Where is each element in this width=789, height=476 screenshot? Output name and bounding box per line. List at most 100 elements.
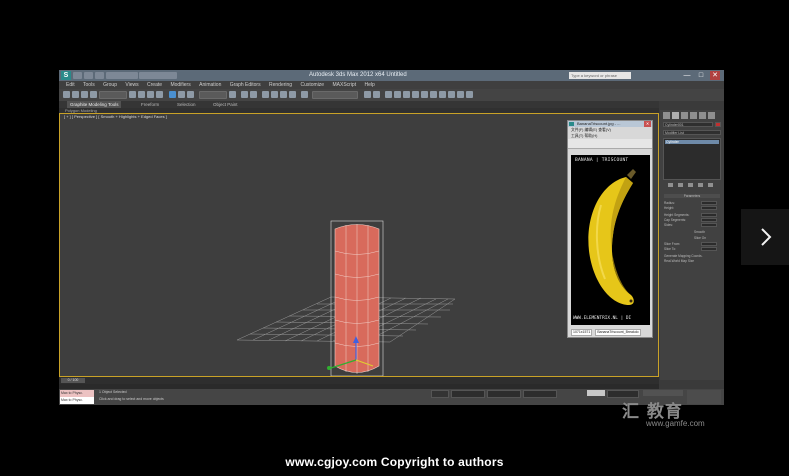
menu-graph-editors[interactable]: Graph Editors [230, 81, 261, 89]
show-end-result-icon[interactable] [678, 183, 683, 187]
modifier-list-dropdown[interactable]: Modifier List [663, 130, 721, 135]
undo-icon[interactable] [63, 91, 70, 98]
configure-sets-icon[interactable] [708, 183, 713, 187]
x-coordinate-field[interactable] [451, 390, 485, 398]
cap-segments-spinner[interactable] [701, 218, 717, 222]
parameters-rollout[interactable]: Parameters [664, 194, 720, 198]
window-crossing-icon[interactable] [156, 91, 163, 98]
auto-key-button[interactable] [587, 390, 605, 396]
slice-to-spinner[interactable] [701, 247, 717, 251]
unlink-icon[interactable] [90, 91, 97, 98]
time-slider-thumb[interactable]: 0 / 100 [61, 378, 85, 383]
menu-animation[interactable]: Animation [199, 81, 221, 89]
reference-coordinate-dropdown[interactable] [199, 91, 227, 99]
modify-tab-icon[interactable] [672, 112, 679, 119]
playback-controls[interactable] [643, 390, 683, 396]
pivot-center-icon[interactable] [229, 91, 236, 98]
maxscript-listener[interactable]: Max to Physc. Max to Physc. [60, 390, 94, 404]
spinner-snap-icon[interactable] [289, 91, 296, 98]
activeshade-icon[interactable] [466, 91, 473, 98]
param-slice-from[interactable]: Slice From: [664, 242, 720, 246]
menu-views[interactable]: Views [125, 81, 138, 89]
utilities-tab-icon[interactable] [708, 112, 715, 119]
lock-selection-icon[interactable] [431, 390, 449, 398]
tab-freeform[interactable]: Freeform [141, 101, 159, 108]
time-slider[interactable]: 0 / 100 [59, 377, 659, 384]
link-icon[interactable] [81, 91, 88, 98]
snap-toggle-icon[interactable] [262, 91, 269, 98]
menu-rendering[interactable]: Rendering [269, 81, 292, 89]
radius-spinner[interactable] [701, 201, 717, 205]
remove-modifier-icon[interactable] [698, 183, 703, 187]
render-setup-icon[interactable] [430, 91, 437, 98]
schematic-view-icon[interactable] [412, 91, 419, 98]
param-height-segments[interactable]: Height Segments: [664, 213, 720, 217]
keyboard-shortcut-icon[interactable] [250, 91, 257, 98]
render-production-icon[interactable] [448, 91, 455, 98]
menu-maxscript[interactable]: MAXScript [332, 81, 356, 89]
param-radius[interactable]: Radius: [664, 201, 720, 205]
menu-edit[interactable]: Edit [66, 81, 75, 89]
object-name-field[interactable]: Cylinder001 [663, 122, 713, 127]
named-selection-dropdown[interactable] [312, 91, 358, 99]
menu-help[interactable]: Help [365, 81, 375, 89]
curve-editor-icon[interactable] [403, 91, 410, 98]
height-spinner[interactable] [701, 206, 717, 210]
display-tab-icon[interactable] [699, 112, 706, 119]
param-cap-segments[interactable]: Cap Segments: [664, 218, 720, 222]
maximize-button[interactable]: □ [696, 71, 706, 80]
quick-access-toolbar[interactable] [106, 72, 138, 79]
stack-item-cylinder[interactable]: Cylinder [665, 140, 719, 144]
redo-icon[interactable] [72, 91, 79, 98]
app-logo-icon[interactable]: S [61, 71, 71, 80]
selection-filter-dropdown[interactable] [99, 91, 127, 99]
select-object-icon[interactable] [129, 91, 136, 98]
select-and-move-icon[interactable] [169, 91, 176, 98]
image-viewer-close-icon[interactable]: ✕ [644, 121, 651, 127]
select-manipulate-icon[interactable] [241, 91, 248, 98]
menu-modifiers[interactable]: Modifiers [170, 81, 190, 89]
quick-access-open-icon[interactable] [84, 72, 93, 79]
param-height[interactable]: Height: [664, 206, 720, 210]
maxscript-output[interactable]: Max to Physc. [60, 390, 94, 397]
pin-stack-icon[interactable] [668, 183, 673, 187]
tab-graphite-modeling-tools[interactable]: Graphite Modeling Tools [67, 101, 122, 108]
param-sides[interactable]: Sides: [664, 223, 720, 227]
workspace-dropdown[interactable] [139, 72, 177, 79]
make-unique-icon[interactable] [688, 183, 693, 187]
close-button[interactable]: ✕ [710, 71, 720, 80]
material-editor-icon[interactable] [421, 91, 428, 98]
menu-create[interactable]: Create [147, 81, 162, 89]
y-coordinate-field[interactable] [487, 390, 521, 398]
rectangular-selection-icon[interactable] [147, 91, 154, 98]
real-world-map-size-checkbox[interactable]: Real-World Map Size [664, 259, 720, 263]
align-icon[interactable] [373, 91, 380, 98]
percent-snap-icon[interactable] [280, 91, 287, 98]
angle-snap-icon[interactable] [271, 91, 278, 98]
image-viewer-toolbar[interactable] [568, 139, 652, 149]
motion-tab-icon[interactable] [690, 112, 697, 119]
quick-access-new-icon[interactable] [73, 72, 82, 79]
layer-manager-icon[interactable] [385, 91, 392, 98]
next-slide-button[interactable] [741, 209, 789, 265]
search-input[interactable]: Type a keyword or phrase [569, 72, 631, 79]
param-slice-to[interactable]: Slice To: [664, 247, 720, 251]
select-and-scale-icon[interactable] [187, 91, 194, 98]
quick-access-save-icon[interactable] [95, 72, 104, 79]
z-coordinate-field[interactable] [523, 390, 557, 398]
slice-on-checkbox[interactable]: Slice On [664, 236, 720, 240]
image-viewer-window[interactable]: BananaTriscount.jpg - ... ✕ 文件(F) 编辑(E) … [567, 120, 653, 338]
rendered-frame-icon[interactable] [439, 91, 446, 98]
sides-spinner[interactable] [701, 223, 717, 227]
maxscript-input[interactable]: Max to Physc. [60, 397, 94, 404]
menu-customize[interactable]: Customize [300, 81, 324, 89]
smooth-checkbox[interactable]: Smooth [664, 230, 720, 234]
select-by-name-icon[interactable] [138, 91, 145, 98]
menu-group[interactable]: Group [103, 81, 117, 89]
graphite-toggle-icon[interactable] [394, 91, 401, 98]
mirror-icon[interactable] [364, 91, 371, 98]
slice-from-spinner[interactable] [701, 242, 717, 246]
tab-selection[interactable]: Selection [177, 101, 196, 108]
create-tab-icon[interactable] [663, 112, 670, 119]
minimize-button[interactable]: — [682, 71, 692, 80]
